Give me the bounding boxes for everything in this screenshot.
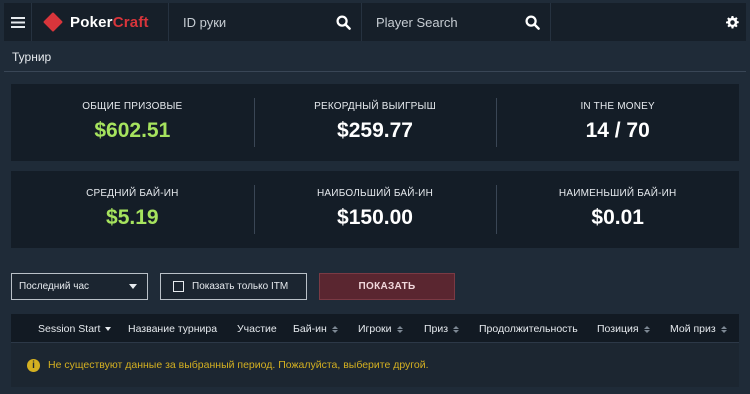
results-table-header: Session Start Название турнира Участие Б… [11,314,739,343]
logo-diamond-icon [43,12,63,32]
column-position[interactable]: Позиция [597,323,650,335]
show-button-label: ПОКАЗАТЬ [358,281,416,292]
logo-prefix: Poker [70,13,113,31]
sort-icon [643,325,650,333]
period-select[interactable]: Последний час [11,273,148,300]
stat-value: $150.00 [337,206,413,229]
column-label: Участие [237,323,277,335]
column-participation[interactable]: Участие [237,323,277,335]
stat-label: СРЕДНИЙ БАЙ-ИН [86,188,179,199]
stat-value: $602.51 [94,119,171,142]
gear-icon [725,15,739,28]
column-session-start[interactable]: Session Start [38,323,112,335]
column-label: Название турнира [128,323,218,335]
itm-only-checkbox[interactable]: Показать только ITM [160,273,307,300]
settings-button[interactable] [718,3,746,41]
checkbox-icon[interactable] [173,281,184,292]
column-my-prize[interactable]: Мой приз [670,323,727,335]
column-tournament-name[interactable]: Название турнира [128,323,217,335]
column-label: Продолжительность [479,323,578,335]
hand-id-search-field[interactable]: ID руки [169,3,362,41]
stat-value: $5.19 [106,206,159,229]
stat-label: IN THE MONEY [580,101,655,112]
menu-button[interactable] [4,3,32,41]
column-label: Позиция [597,323,639,335]
stat-largest-buyin: НАИБОЛЬШИЙ БАЙ-ИН $150.00 [253,171,497,248]
notice-message: Не существуют данные за выбранный период… [48,359,429,371]
stat-total-prize: ОБЩИЕ ПРИЗОВЫЕ $602.51 [11,84,254,161]
search-icon[interactable] [525,14,540,30]
section-header: Турнир [4,43,746,72]
pokercraft-logo[interactable]: PokerCraft [32,3,169,41]
top-bar: PokerCraft ID руки Player Search [4,3,746,41]
column-prize[interactable]: Приз [424,323,460,335]
itm-only-label: Показать только ITM [192,281,289,292]
sort-icon [331,325,338,333]
stats-panel-buyins: СРЕДНИЙ БАЙ-ИН $5.19 НАИБОЛЬШИЙ БАЙ-ИН $… [11,171,739,248]
column-players[interactable]: Игроки [358,323,403,335]
column-buyin[interactable]: Бай-ин [293,323,338,335]
info-icon: i [27,358,40,372]
stat-smallest-buyin: НАИМЕНЬШИЙ БАЙ-ИН $0.01 [496,171,739,248]
stat-record-win: РЕКОРДНЫЙ ВЫИГРЫШ $259.77 [253,84,497,161]
logo-text: PokerCraft [70,14,149,31]
hand-id-search-placeholder: ID руки [183,14,227,30]
column-label: Мой приз [670,323,716,335]
sort-icon [453,325,460,333]
column-duration[interactable]: Продолжительность [479,323,578,335]
player-search-field[interactable]: Player Search [362,3,551,41]
stat-label: НАИБОЛЬШИЙ БАЙ-ИН [317,188,433,199]
column-label: Session Start [38,323,101,335]
column-label: Приз [424,323,449,335]
period-select-value: Последний час [19,281,90,292]
chevron-down-icon [129,284,137,289]
stat-label: РЕКОРДНЫЙ ВЫИГРЫШ [314,101,436,112]
stat-in-the-money: IN THE MONEY 14 / 70 [496,84,739,161]
sort-icon [720,325,727,333]
section-title: Турнир [12,50,52,64]
sort-icon [396,325,403,333]
column-label: Игроки [358,323,392,335]
stat-value: 14 / 70 [585,119,650,142]
player-search-placeholder: Player Search [376,14,458,30]
empty-state-notice: i Не существуют данные за выбранный пери… [11,343,739,387]
stat-value: $259.77 [337,119,413,142]
stat-label: НАИМЕНЬШИЙ БАЙ-ИН [558,188,677,199]
show-button[interactable]: ПОКАЗАТЬ [319,273,455,300]
filters-bar: Последний час Показать только ITM ПОКАЗА… [11,273,739,300]
search-icon[interactable] [336,14,351,30]
stat-average-buyin: СРЕДНИЙ БАЙ-ИН $5.19 [11,171,254,248]
stats-panel-summary: ОБЩИЕ ПРИЗОВЫЕ $602.51 РЕКОРДНЫЙ ВЫИГРЫШ… [11,84,739,161]
sort-desc-icon [105,327,112,331]
logo-suffix: Craft [112,13,149,31]
hamburger-menu-icon [10,16,25,28]
column-label: Бай-ин [293,323,327,335]
stat-value: $0.01 [591,206,644,229]
stat-label: ОБЩИЕ ПРИЗОВЫЕ [82,101,183,112]
